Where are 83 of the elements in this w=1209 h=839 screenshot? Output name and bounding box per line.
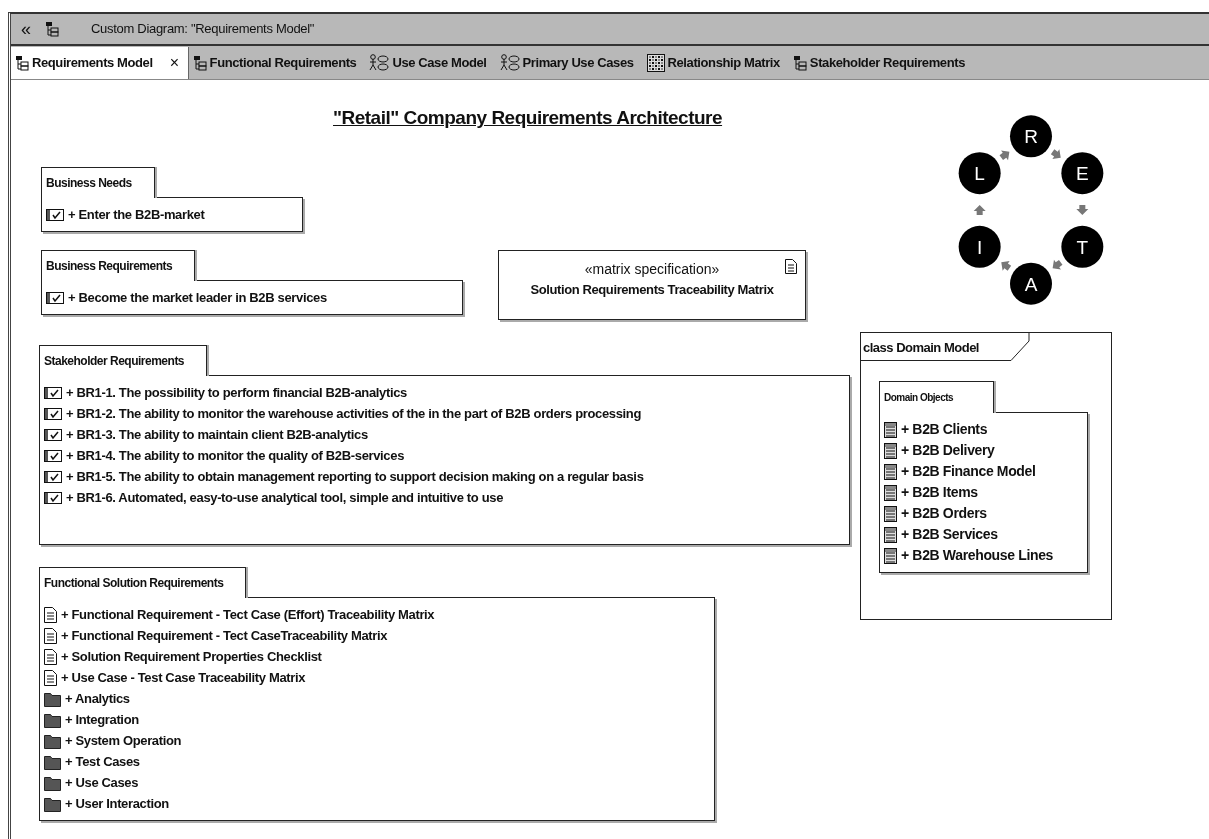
requirement-icon xyxy=(44,407,62,420)
window-title: Custom Diagram: "Requirements Model" xyxy=(91,20,315,39)
package-item[interactable]: + Analytics xyxy=(65,688,130,709)
package-item[interactable]: + BR1-1. The possibility to perform financial B2B-analytics xyxy=(66,382,407,403)
folder-icon xyxy=(44,690,61,707)
package-item[interactable]: + B2B Warehouse Lines xyxy=(901,545,1053,566)
table-icon xyxy=(884,463,897,480)
cycle-arrow xyxy=(1076,205,1089,215)
package-item[interactable]: + BR1-2. The ability to monitor the warehouse activities of the in the part of B2B orders processing xyxy=(66,403,642,424)
cycle-arrow xyxy=(1001,261,1012,271)
requirement-icon xyxy=(46,208,64,221)
cycle-node: L xyxy=(958,152,1001,195)
hierarchy-icon xyxy=(45,21,59,37)
cycle-node: I xyxy=(958,225,1001,268)
tab[interactable]: Use Case Model xyxy=(365,47,496,79)
package-item[interactable]: + Enter the B2B-market xyxy=(68,204,205,225)
cycle-arrow xyxy=(1050,149,1061,159)
actor-ellipse-icon xyxy=(499,54,520,72)
package-item[interactable]: + B2B Clients xyxy=(901,419,988,440)
tab[interactable]: Primary Use Cases xyxy=(495,47,643,79)
cycle-arrow xyxy=(1052,259,1063,270)
document-icon xyxy=(44,648,57,665)
package-item[interactable]: + Use Case - Test Case Traceability Matrix xyxy=(61,667,306,688)
package-item[interactable]: + B2B Finance Model xyxy=(901,461,1036,482)
package-item[interactable]: + Use Cases xyxy=(65,772,139,793)
package-item[interactable]: + Functional Requirement - Tect CaseTraceability Matrix xyxy=(61,625,388,646)
package-item[interactable]: + Functional Requirement - Tect Case (Effort) Traceability Matrix xyxy=(61,604,435,625)
document-icon xyxy=(785,259,797,274)
cycle-node: R xyxy=(1010,115,1052,158)
package-item[interactable]: + BR1-6. Automated, easy-to-use analytical tool, simple and intuitive to use xyxy=(66,487,504,508)
hierarchy-icon xyxy=(15,55,29,71)
hierarchy-icon xyxy=(792,55,807,71)
requirement-icon xyxy=(44,386,62,399)
document-icon xyxy=(44,606,57,623)
folder-icon xyxy=(44,753,61,770)
cycle-arrow xyxy=(999,150,1010,161)
hierarchy-icon xyxy=(192,55,207,71)
package-item[interactable]: + B2B Items xyxy=(901,482,978,503)
package-item[interactable]: + BR1-5. The ability to obtain management reporting to support decision making on a regular basis xyxy=(66,466,644,487)
cycle-node: T xyxy=(1061,225,1104,268)
requirement-icon xyxy=(44,470,62,483)
grid-icon xyxy=(646,54,665,72)
diagram-title: "Retail" Company Requirements Architecture xyxy=(333,106,723,130)
cycle-arrow xyxy=(973,205,986,215)
package-item[interactable]: + Test Cases xyxy=(65,751,140,772)
tab[interactable]: Relationship Matrix xyxy=(642,47,789,79)
matrix-name: Solution Requirements Traceability Matrix xyxy=(529,281,775,298)
table-icon xyxy=(884,442,897,459)
requirement-icon xyxy=(44,491,62,504)
requirement-icon xyxy=(44,428,62,441)
package-item[interactable]: + User Interaction xyxy=(65,793,169,814)
folder-icon xyxy=(44,774,61,791)
stereotype-label: «matrix specification» xyxy=(584,260,720,279)
package-item[interactable]: + Become the market leader in B2B services xyxy=(68,287,327,308)
package-item[interactable]: + BR1-4. The ability to monitor the quality of B2B-services xyxy=(66,445,404,466)
document-icon xyxy=(44,627,57,644)
table-icon xyxy=(884,421,897,438)
requirement-icon xyxy=(46,291,64,304)
cycle-node: E xyxy=(1061,152,1104,195)
table-icon xyxy=(884,505,897,522)
package-item[interactable]: + Solution Requirement Properties Checklist xyxy=(61,646,322,667)
table-icon xyxy=(884,526,897,543)
close-button[interactable]: × xyxy=(169,51,179,75)
cycle-node: A xyxy=(1010,262,1052,305)
folder-icon xyxy=(44,795,61,812)
package-item[interactable]: + B2B Services xyxy=(901,524,998,545)
frame-title: class Domain Model xyxy=(861,333,1011,361)
collapse-button[interactable]: « xyxy=(21,15,31,43)
tab[interactable]: Stakeholder Requirements xyxy=(788,47,974,79)
table-icon xyxy=(884,547,897,564)
table-icon xyxy=(884,484,897,501)
tab[interactable]: Requirements Model × xyxy=(11,47,189,79)
package-item[interactable]: + BR1-3. The ability to maintain client B2B-analytics xyxy=(66,424,368,445)
actor-ellipse-icon xyxy=(369,54,390,72)
document-icon xyxy=(44,669,57,686)
folder-icon xyxy=(44,711,61,728)
package-item[interactable]: + B2B Delivery xyxy=(901,440,995,461)
package-item[interactable]: + System Operation xyxy=(65,730,182,751)
package-item[interactable]: + Integration xyxy=(65,709,139,730)
folder-icon xyxy=(44,732,61,749)
tab[interactable]: Functional Requirements xyxy=(188,47,366,79)
package-item[interactable]: + B2B Orders xyxy=(901,503,987,524)
requirement-icon xyxy=(44,449,62,462)
